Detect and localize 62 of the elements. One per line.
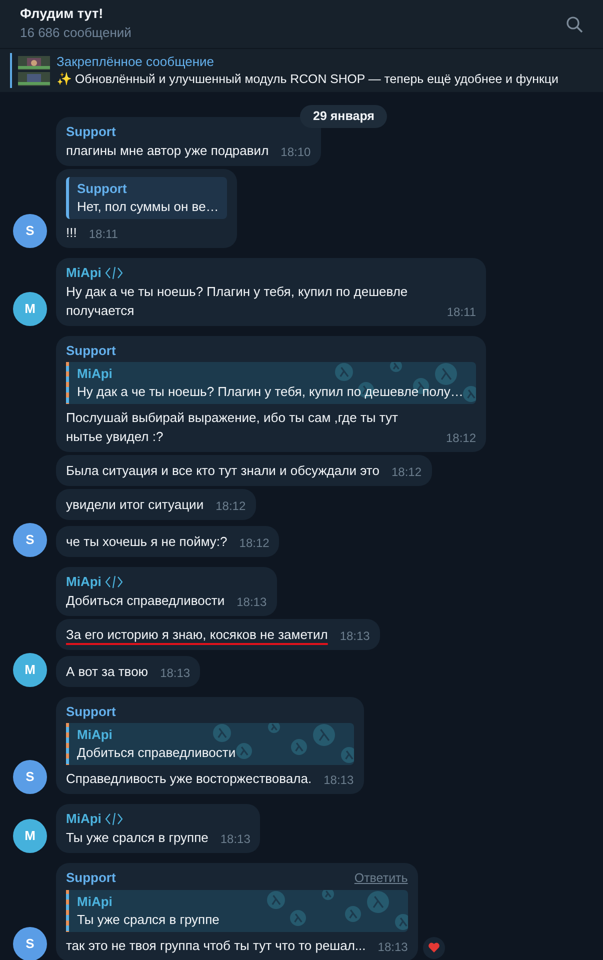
sender-name: Support: [66, 703, 116, 721]
message-text: увидели итог ситуации: [66, 496, 204, 514]
reply-sender: Support: [77, 180, 128, 198]
reply-sender: MiApi: [77, 726, 114, 744]
message-time: 18:12: [239, 535, 270, 551]
avatar: M: [13, 292, 47, 326]
sender-name: MiApi: [66, 264, 102, 282]
message-time: 18:13: [220, 831, 250, 847]
sender-name: Support: [66, 342, 116, 360]
message-time: 18:13: [324, 772, 354, 788]
sender-name: Support: [66, 123, 116, 141]
message-time: 18:12: [391, 464, 422, 480]
reply-quote[interactable]: MiApi Ну дак а че ты ноешь? Плагин у тебя, купил по дешевле полу…: [66, 362, 476, 404]
message-text: !!!: [66, 224, 77, 242]
avatar: S: [13, 926, 47, 960]
message-time: 18:12: [446, 430, 476, 446]
reply-quote[interactable]: MiApi Ты уже срался в группе: [66, 890, 408, 932]
search-icon[interactable]: [566, 16, 583, 32]
sender-name: MiApi: [66, 573, 102, 591]
date-badge: 29 января: [300, 105, 388, 128]
message-text: так это не твоя группа чтоб ты тут что то решал...: [66, 936, 366, 955]
avatar: S: [13, 523, 47, 557]
message-text: Ну дак а че ты ноешь? Плагин у тебя, купил по дешевле получается: [66, 283, 409, 320]
avatar: S: [13, 214, 47, 248]
message-time: 18:13: [340, 628, 370, 644]
message-text: Была ситуация и все кто тут знали и обсуждали это: [66, 462, 380, 480]
reply-text: Добиться справедливости: [77, 744, 237, 762]
reaction-badge[interactable]: [422, 936, 445, 959]
message-time: 18:12: [216, 498, 246, 514]
reply-quote[interactable]: Support Нет, пол суммы он ве…: [66, 177, 227, 219]
pinned-label: Закреплённое сообщение: [56, 53, 216, 70]
message-time: 18:13: [378, 938, 408, 955]
avatar: M: [13, 819, 47, 853]
message-text: че ты хочешь я не пойму:?: [66, 533, 228, 551]
message-text: А вот за твою: [66, 663, 148, 681]
message-text: За его историю я знаю, косяков не заметил: [66, 626, 328, 644]
message-text: плагины мне автор уже подравил: [66, 142, 269, 160]
chat-title: Флудим тут!: [20, 5, 104, 23]
message-text: Справедливость уже восторжествовала.: [66, 770, 312, 788]
reply-link[interactable]: Ответить: [354, 869, 408, 888]
reply-quote[interactable]: MiApi Добиться справедливости: [66, 723, 354, 765]
avatar: M: [13, 653, 47, 687]
message-text: Ты уже срался в группе: [66, 829, 208, 847]
message-count: 16 686 сообщений: [20, 24, 132, 42]
message-time: 18:11: [446, 304, 476, 320]
message-time: 18:11: [88, 226, 118, 242]
reply-text: Ну дак а че ты ноешь? Плагин у тебя, купил по дешевле полу…: [77, 383, 464, 401]
reply-sender: MiApi: [77, 365, 114, 383]
pinned-message-bar[interactable]: Закреплённое сообщение ✨ Обновлённый и улучшенный модуль RCON SHOP — теперь ещё удобнее и функци: [0, 48, 603, 92]
reply-sender: MiApi: [77, 892, 114, 911]
avatar: S: [13, 760, 47, 794]
reply-text: Нет, пол суммы он ве…: [77, 198, 219, 216]
message-text: Послушай выбирай выражение, ибо ты сам ,где ты тут нытье увидел :?: [66, 409, 399, 446]
message-time: 18:13: [236, 594, 267, 610]
message-time: 18:10: [280, 144, 311, 160]
message-text: Добиться справедливости: [66, 592, 225, 610]
sender-name: MiApi: [66, 810, 102, 828]
pinned-text: ✨ Обновлённый и улучшенный модуль RCON SHOP — теперь ещё удобнее и функци: [56, 71, 558, 88]
reply-text: Ты уже срался в группе: [77, 910, 220, 929]
heart-icon: [428, 942, 440, 954]
sender-name: Support: [66, 869, 116, 888]
message-time: 18:13: [160, 665, 190, 681]
